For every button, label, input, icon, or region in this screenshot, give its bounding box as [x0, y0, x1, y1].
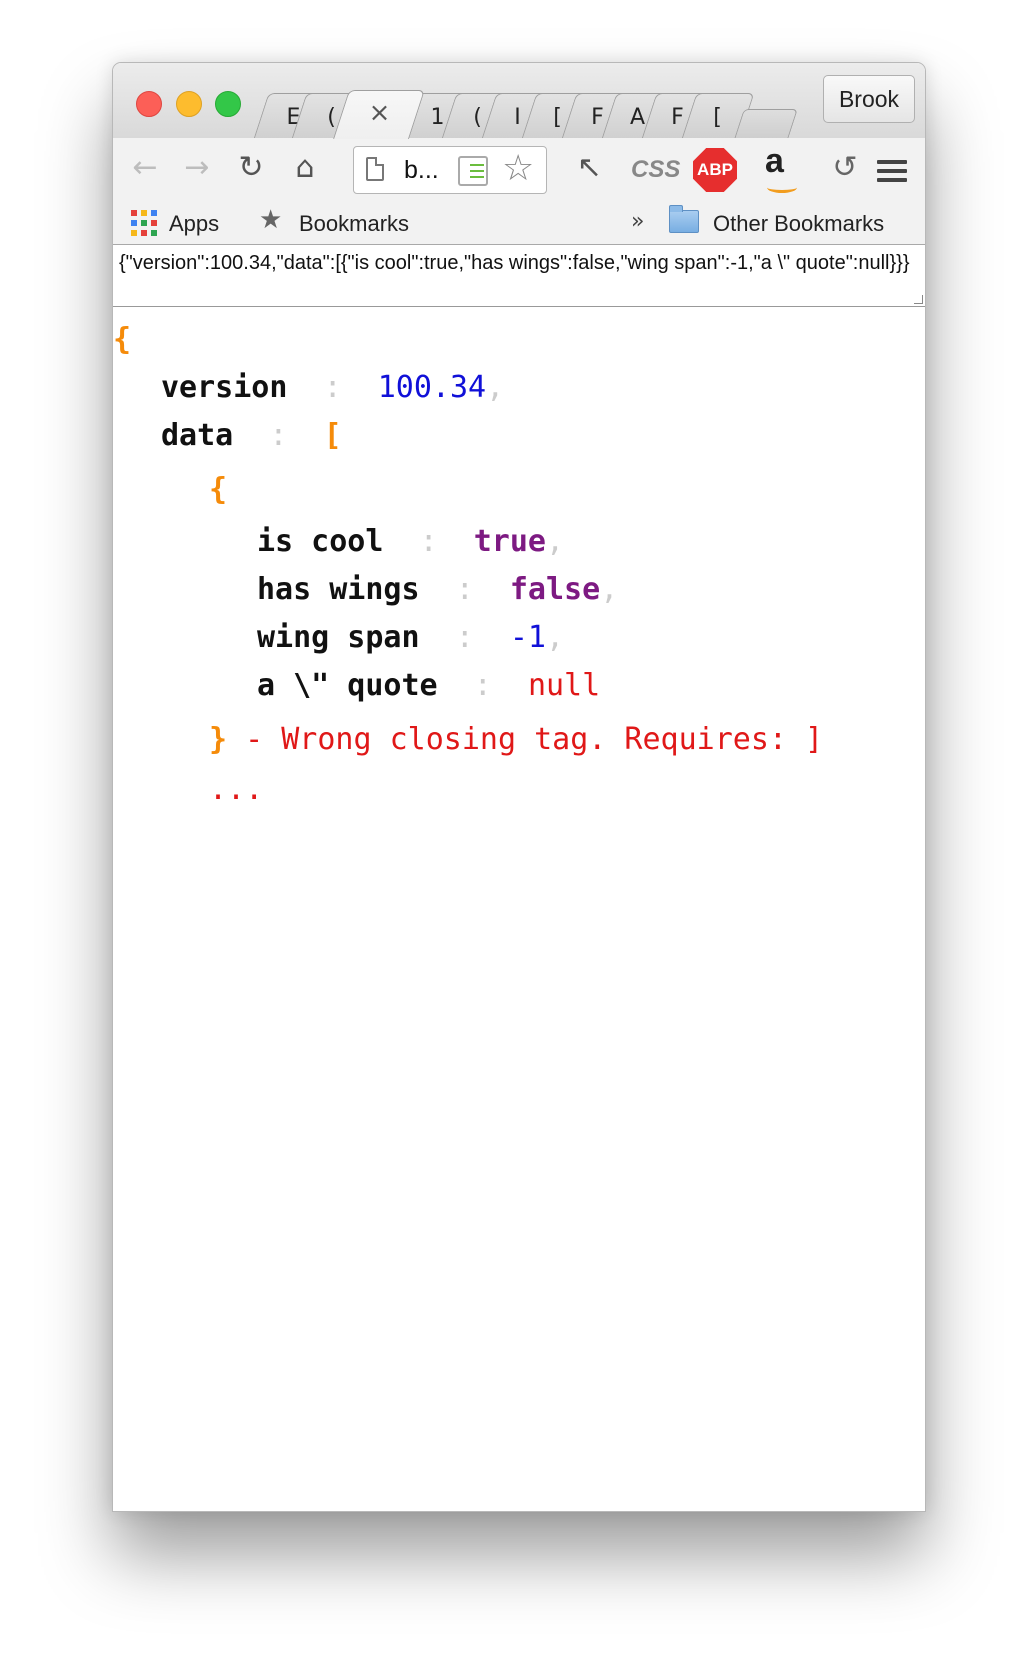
tab-strip: E ( × 1 ( I [ F A F [ Brook — [113, 63, 925, 139]
json-comma: , — [486, 370, 505, 405]
close-window-button[interactable] — [136, 91, 162, 117]
json-key: version — [161, 370, 288, 405]
json-row-has-wings: has wings : false, — [257, 570, 618, 610]
tabs: E ( × 1 ( I [ F A F [ — [253, 87, 801, 139]
json-colon: : — [323, 370, 342, 405]
bookmarks-bar: Apps ★ Bookmarks » Other Bookmarks — [113, 200, 925, 245]
zoom-window-button[interactable] — [215, 91, 241, 117]
resize-handle[interactable] — [914, 295, 923, 304]
css-extension-icon[interactable]: CSS — [631, 156, 680, 184]
json-boolean-value: false — [509, 572, 601, 607]
new-tab-button[interactable] — [734, 109, 798, 139]
json-comma: , — [600, 572, 619, 607]
bookmarks-overflow-icon[interactable]: » — [631, 209, 644, 234]
address-bar[interactable]: b... ☆ — [353, 146, 547, 194]
eyedropper-icon[interactable]: ← — [561, 140, 618, 197]
json-row-version: version : 100.34, — [161, 368, 504, 408]
amazon-icon[interactable]: a — [765, 142, 797, 193]
json-row-quote: a \" quote : null — [257, 666, 600, 706]
open-bracket: [ — [323, 418, 342, 453]
json-key: wing span — [257, 620, 420, 655]
json-row-data: data : [ — [161, 416, 342, 456]
bookmarks-folder[interactable]: Bookmarks — [299, 211, 409, 237]
json-key: is cool — [257, 524, 384, 559]
home-icon[interactable]: ⌂ — [285, 148, 325, 188]
minimize-window-button[interactable] — [176, 91, 202, 117]
json-key: a \" quote — [257, 668, 438, 703]
json-colon: : — [269, 418, 288, 453]
error-message: - Wrong closing tag. Requires: ] — [227, 722, 824, 757]
browser-window: E ( × 1 ( I [ F A F [ Brook ← → ↻ ⌂ b...… — [112, 62, 926, 1512]
json-number-value: -1 — [509, 620, 546, 655]
json-null-value: null — [527, 668, 601, 703]
json-row-wing-span: wing span : -1, — [257, 618, 564, 658]
json-number-value: 100.34 — [377, 370, 487, 405]
json-key: data — [161, 418, 234, 453]
json-colon: : — [473, 668, 492, 703]
json-row-is-cool: is cool : true, — [257, 522, 564, 562]
menu-icon[interactable] — [877, 160, 907, 187]
tab-active[interactable]: × — [333, 90, 425, 139]
tab-close-icon[interactable]: × — [342, 98, 416, 128]
bookmarks-star-icon: ★ — [259, 205, 283, 235]
open-brace: { — [209, 472, 228, 507]
json-object-close: } - Wrong closing tag. Requires: ] — [209, 720, 823, 760]
apps-bookmark[interactable]: Apps — [169, 211, 219, 237]
reload-icon[interactable]: ↻ — [231, 148, 271, 188]
json-key: has wings — [257, 572, 420, 607]
json-extension-icon[interactable] — [458, 156, 488, 186]
folder-icon — [669, 205, 699, 233]
adblock-icon[interactable]: ABP — [693, 148, 737, 192]
other-bookmarks[interactable]: Other Bookmarks — [713, 211, 884, 237]
page-icon — [366, 157, 384, 181]
forward-arrow-icon[interactable]: → — [177, 148, 217, 188]
apps-icon[interactable] — [131, 210, 157, 236]
bookmark-star-icon[interactable]: ☆ — [502, 149, 534, 189]
ellipsis: ... — [209, 772, 264, 807]
json-object-open: { — [209, 470, 227, 510]
json-boolean-value: true — [473, 524, 546, 559]
json-colon: : — [419, 524, 438, 559]
json-comma: , — [546, 524, 565, 559]
json-colon: : — [455, 620, 474, 655]
sync-icon[interactable]: ↺ — [825, 148, 865, 188]
json-comma: , — [546, 620, 565, 655]
back-arrow-icon[interactable]: ← — [125, 148, 165, 188]
url-text[interactable]: b... — [404, 156, 439, 185]
close-brace: } — [209, 722, 228, 757]
open-brace: { — [113, 322, 132, 357]
toolbar: ← → ↻ ⌂ b... ☆ ← CSS ABP a ↺ — [113, 138, 925, 200]
json-ellipsis: ... — [209, 770, 263, 810]
profile-button[interactable]: Brook — [823, 75, 915, 123]
json-root-open: { — [113, 320, 131, 360]
json-input[interactable]: {"version":100.34,"data":[{"is cool":tru… — [113, 245, 925, 307]
json-colon: : — [455, 572, 474, 607]
